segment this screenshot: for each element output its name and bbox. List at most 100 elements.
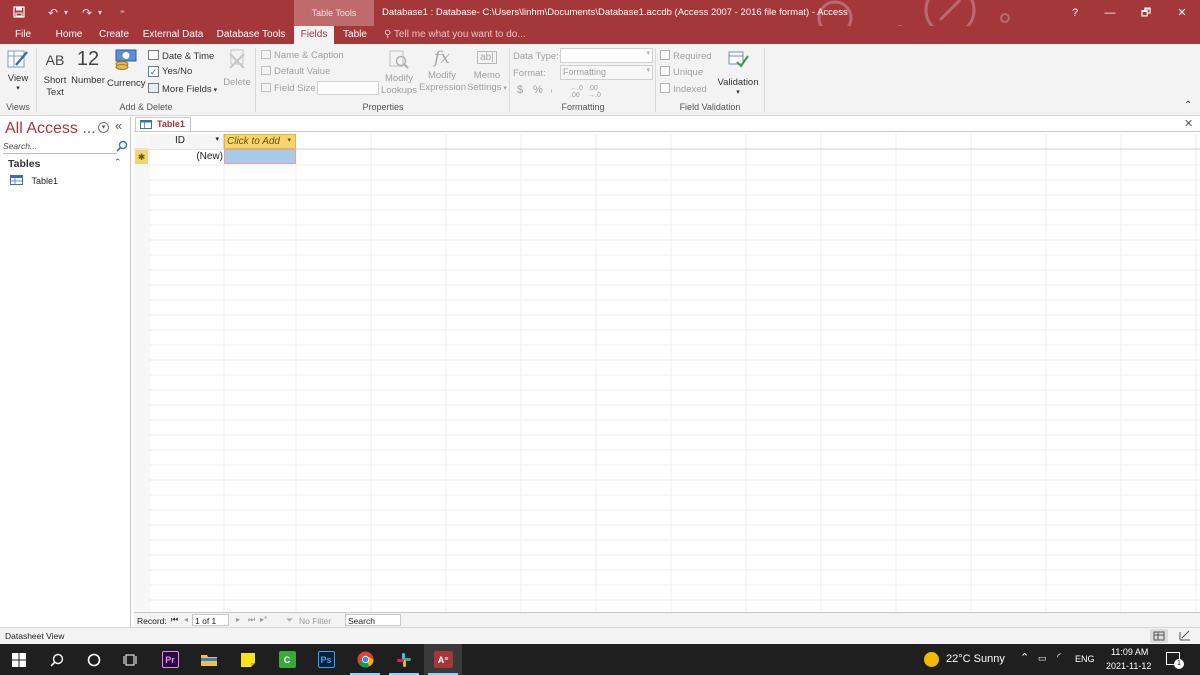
tab-home[interactable]: Home	[50, 26, 88, 44]
name-caption-button[interactable]: Name & Caption	[261, 50, 344, 61]
column-id-dropdown-icon[interactable]: ▾	[215, 135, 219, 143]
notification-center-icon[interactable]: 1	[1166, 652, 1184, 669]
windows-logo-icon	[12, 652, 26, 667]
decrease-decimals-icon[interactable]: .00 →.0	[588, 85, 601, 99]
column-header-id[interactable]: ID ▾	[149, 134, 224, 149]
file-explorer-taskbar-icon[interactable]	[190, 644, 228, 675]
tab-file[interactable]: File	[8, 26, 38, 44]
restore-button[interactable]: 🗗	[1129, 0, 1163, 26]
minimize-button[interactable]: —	[1093, 0, 1127, 26]
format-select[interactable]: Formatting ▾	[560, 65, 653, 80]
short-text-button[interactable]: AB Short Text	[40, 52, 70, 99]
weather-text[interactable]: 22°C Sunny	[946, 653, 1005, 665]
language-indicator[interactable]: ENG	[1075, 654, 1095, 664]
unique-checkbox[interactable]: Unique	[660, 66, 703, 78]
tab-external-data[interactable]: External Data	[140, 26, 206, 44]
default-value-button[interactable]: Default Value	[261, 66, 330, 77]
new-record-icon[interactable]: ▸*	[260, 615, 267, 624]
redo-dropdown-icon[interactable]: ▾	[98, 0, 102, 26]
new-row-selected-cell[interactable]	[224, 149, 296, 164]
table-icon	[140, 120, 152, 129]
slack-taskbar-icon[interactable]	[385, 644, 423, 675]
wifi-icon[interactable]: ◜	[1057, 652, 1061, 663]
document-tab-table1[interactable]: Table1	[135, 117, 191, 131]
validation-dropdown-icon: ▾	[736, 89, 740, 96]
access-taskbar-icon[interactable]: A ≡	[424, 644, 462, 675]
taskbar-search-icon[interactable]	[38, 644, 76, 675]
design-view-icon[interactable]	[1176, 629, 1194, 643]
clock-time[interactable]: 11:09 AM	[1111, 647, 1148, 657]
chrome-icon	[357, 651, 373, 668]
nav-group-tables[interactable]: Tables ⌃	[0, 157, 130, 173]
no-filter-button[interactable]: No Filter	[299, 616, 331, 626]
show-hidden-icons-icon[interactable]: ⌃	[1020, 651, 1029, 664]
next-record-icon[interactable]: ▸	[236, 615, 240, 624]
undo-icon[interactable]: ↶	[48, 0, 58, 26]
help-button[interactable]: ?	[1058, 0, 1092, 26]
percent-format-button[interactable]: %	[533, 84, 543, 96]
nav-item-table1[interactable]: Table1	[10, 175, 58, 189]
required-checkbox[interactable]: Required	[660, 50, 712, 62]
currency-format-button[interactable]: $	[517, 84, 523, 96]
datasheet-view-icon[interactable]	[1150, 629, 1168, 643]
start-button[interactable]	[0, 644, 38, 675]
undo-dropdown-icon[interactable]: ▾	[64, 0, 68, 26]
column-header-click-to-add[interactable]: Click to Add ▾	[224, 134, 296, 149]
modify-expression-button[interactable]: fx Modify Expression	[419, 48, 466, 94]
title-bar: ↶ ▾ ↷ ▾ ⁼ Table Tools Database1 : Databa…	[0, 0, 1200, 36]
delete-button[interactable]: Delete	[222, 48, 252, 88]
default-value-label: Default Value	[274, 66, 331, 77]
increase-decimals-icon[interactable]: ←.0.00	[570, 85, 583, 99]
memo-settings-button[interactable]: ab| Memo Settings ▾	[466, 48, 508, 95]
number-button[interactable]: 12 Number	[70, 48, 106, 86]
customize-qat-icon[interactable]: ⁼	[120, 0, 125, 26]
camtasia-taskbar-icon[interactable]: C	[268, 644, 306, 675]
battery-icon[interactable]: ▭	[1038, 653, 1047, 664]
record-position-input[interactable]: 1 of 1	[192, 614, 229, 626]
date-time-button[interactable]: Date & Time	[148, 50, 214, 62]
collapse-group-icon[interactable]: ⌃	[114, 157, 122, 168]
search-icon[interactable]	[116, 140, 128, 155]
nav-pane-title[interactable]: All Access ...	[5, 120, 96, 138]
tab-fields[interactable]: Fields	[294, 26, 334, 44]
weather-sun-icon[interactable]	[924, 652, 939, 667]
clock-date[interactable]: 2021-11-12	[1106, 661, 1151, 671]
indexed-checkbox[interactable]: Indexed	[660, 83, 707, 95]
save-icon[interactable]	[13, 0, 25, 26]
sticky-notes-taskbar-icon[interactable]	[229, 644, 267, 675]
modify-expression-label-2: Expression	[419, 82, 466, 93]
tab-table[interactable]: Table	[337, 26, 373, 44]
close-button[interactable]: ✕	[1165, 0, 1199, 26]
nav-menu-dropdown-icon[interactable]: ▾	[98, 122, 109, 133]
collapse-ribbon-icon[interactable]: ⌃	[1184, 100, 1192, 111]
date-time-label: Date & Time	[162, 51, 215, 62]
task-view-icon[interactable]	[112, 644, 150, 675]
first-record-icon[interactable]: ⏮	[171, 615, 178, 625]
last-record-icon[interactable]: ⏭	[248, 615, 255, 625]
tab-database-tools[interactable]: Database Tools	[214, 26, 288, 44]
shutter-bar-close-icon[interactable]: «	[115, 118, 122, 133]
currency-button[interactable]: Currency	[107, 48, 146, 89]
chrome-taskbar-icon[interactable]	[346, 644, 384, 675]
field-size-input[interactable]	[317, 81, 379, 95]
record-search-input[interactable]: Search	[345, 614, 401, 626]
premiere-pro-taskbar-icon[interactable]: Pr	[151, 644, 189, 675]
validation-button[interactable]: Validation ▾	[714, 48, 762, 96]
nav-search-input[interactable]: Search...	[3, 141, 117, 154]
comma-format-button[interactable]: ,	[550, 82, 553, 94]
more-fields-button[interactable]: More Fields ▾	[148, 83, 217, 95]
tab-create[interactable]: Create	[95, 26, 133, 44]
yes-no-button[interactable]: ✓ Yes/No	[148, 66, 192, 77]
modify-lookups-button[interactable]: Modify Lookups	[381, 48, 417, 97]
new-row-id-cell[interactable]: (New)	[149, 150, 224, 165]
redo-icon[interactable]: ↷	[82, 0, 92, 26]
tell-me-box[interactable]: ⚲ Tell me what you want to do...	[384, 26, 526, 43]
photoshop-taskbar-icon[interactable]: Ps	[307, 644, 345, 675]
document-tab-label: Table1	[157, 119, 185, 129]
cortana-icon[interactable]	[75, 644, 113, 675]
click-to-add-dropdown-icon[interactable]: ▾	[287, 136, 291, 144]
data-type-select[interactable]: ▾	[560, 48, 653, 63]
view-button[interactable]: View ▾	[6, 48, 30, 92]
previous-record-icon[interactable]: ◂	[184, 615, 188, 624]
close-document-icon[interactable]: ✕	[1184, 117, 1193, 130]
